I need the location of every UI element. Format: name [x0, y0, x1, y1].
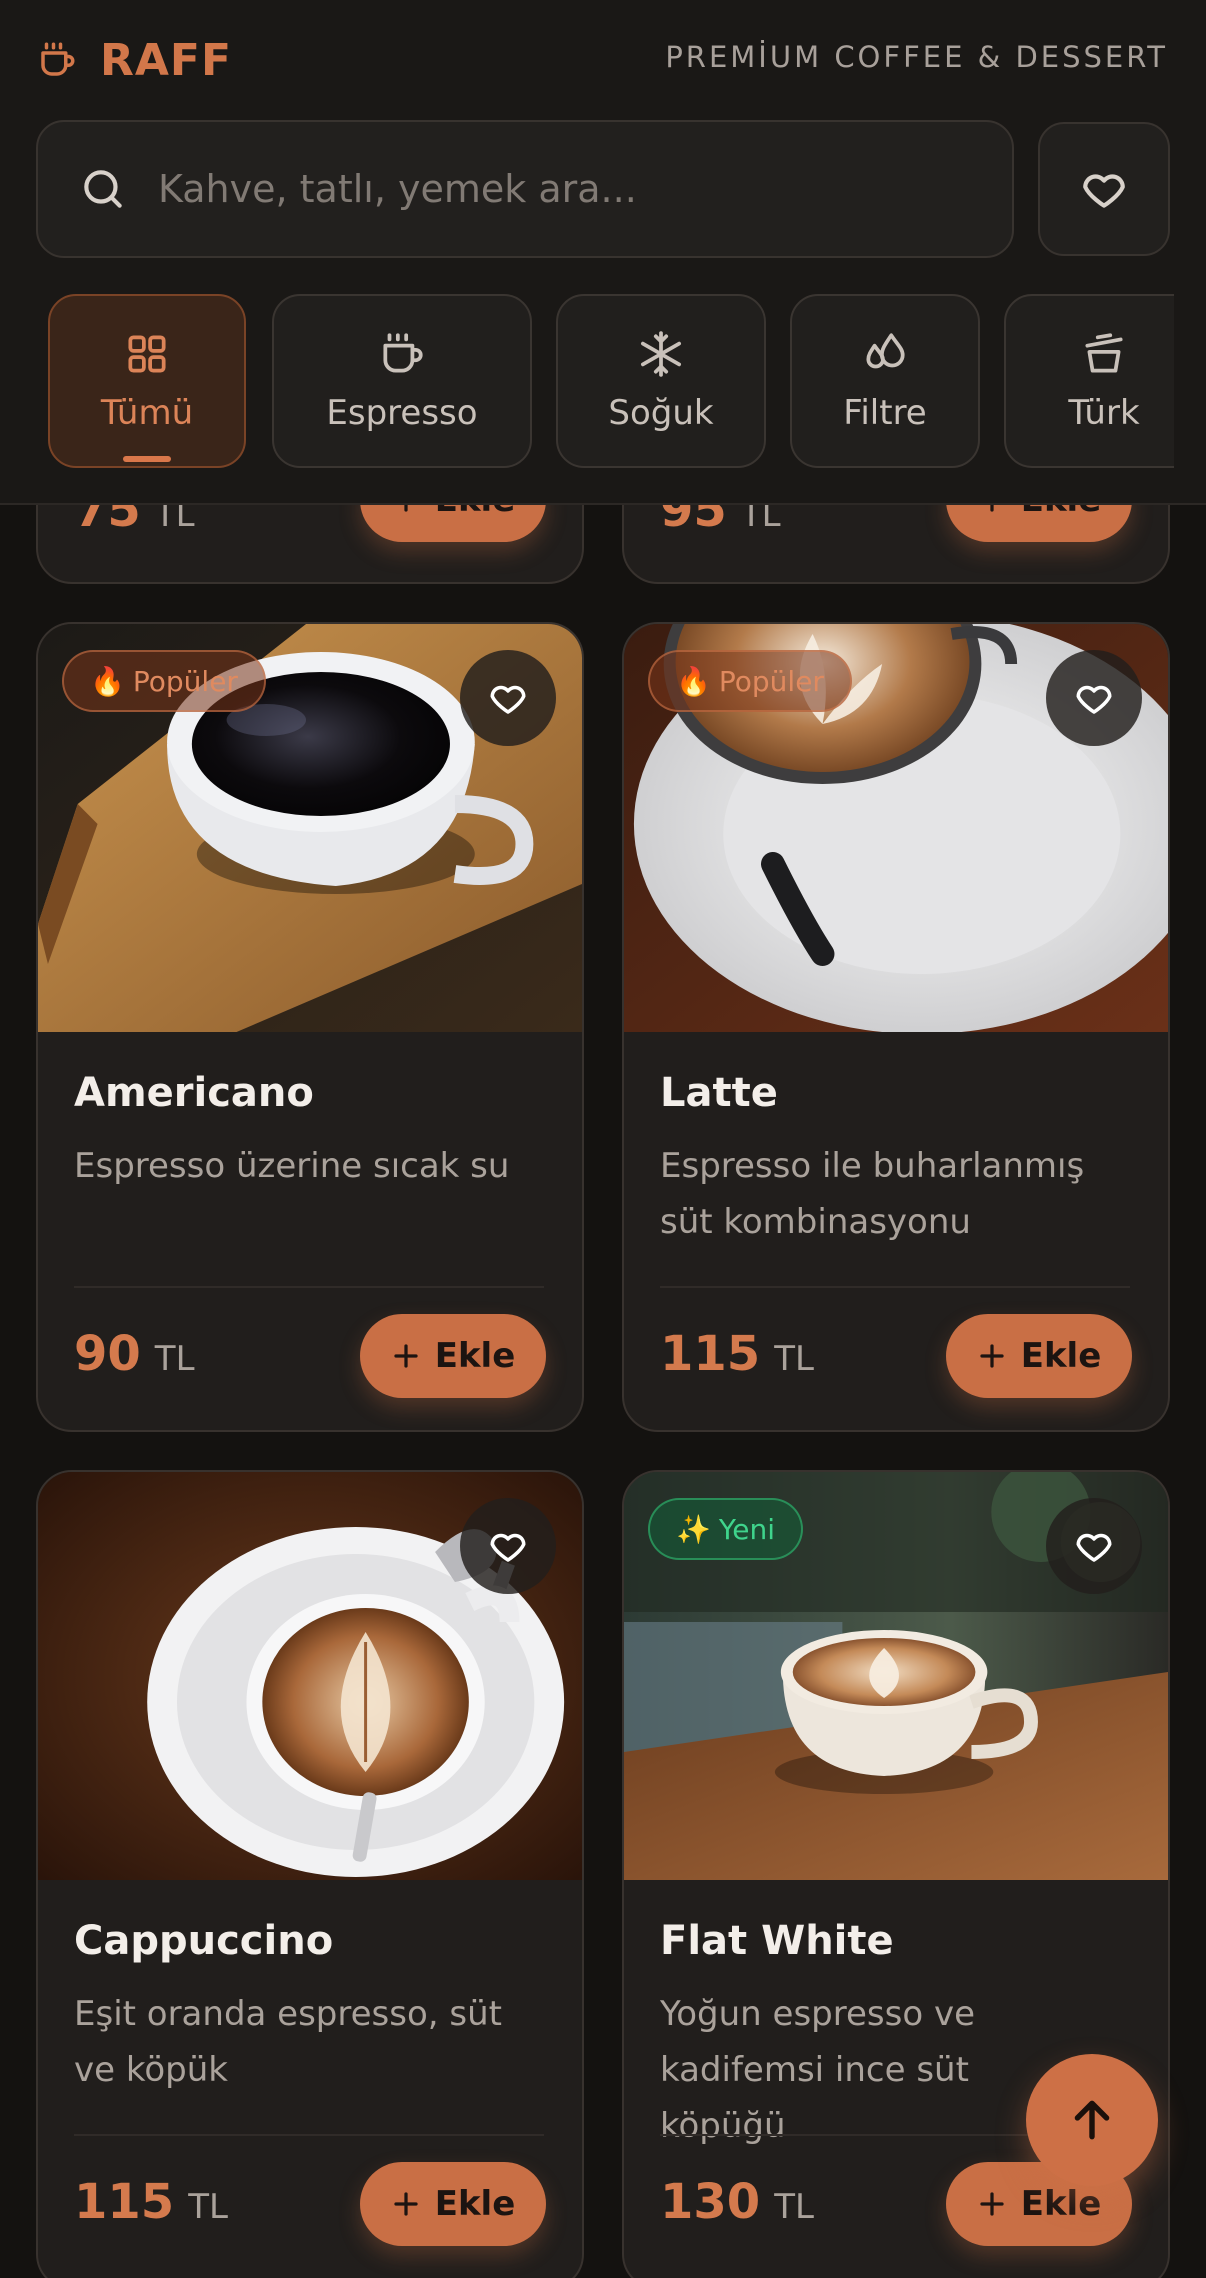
add-button-label: Ekle [1020, 2184, 1102, 2224]
favorite-toggle-button[interactable] [460, 1498, 556, 1594]
search-input[interactable] [158, 167, 1012, 211]
price-currency: TL [774, 1339, 814, 1379]
category-tab-filtre[interactable]: Filtre [790, 294, 980, 468]
add-button-label: Ekle [434, 1336, 516, 1376]
favorite-toggle-button[interactable] [1046, 1498, 1142, 1594]
add-to-cart-button[interactable]: Ekle [946, 1314, 1132, 1398]
price: 130 TL [660, 2174, 814, 2230]
price-currency: TL [774, 2187, 814, 2227]
heart-icon [490, 1533, 526, 1562]
category-label: Espresso [326, 393, 478, 433]
plus-icon [394, 1344, 418, 1368]
coffee-cup-icon [41, 42, 75, 76]
favorite-toggle-button[interactable] [460, 650, 556, 746]
plus-icon [980, 2192, 1004, 2216]
product-name: Flat White [660, 1918, 894, 1964]
search-bar[interactable] [36, 120, 1014, 258]
category-tab-espresso[interactable]: Espresso [272, 294, 532, 468]
fire-icon: 🔥 [676, 664, 711, 698]
category-label: Soğuk [608, 393, 714, 433]
scroll-to-top-button[interactable] [1026, 2054, 1158, 2186]
product-description: Eşit oranda espresso, süt ve köpük [74, 1994, 502, 2090]
coffee-cup-icon [383, 333, 423, 373]
tagline: PREMİUM COFFEE & DESSERT [665, 40, 1168, 74]
favorites-button[interactable] [1038, 122, 1170, 256]
favorite-toggle-button[interactable] [1046, 650, 1142, 746]
product-name: Latte [660, 1070, 778, 1116]
category-label: Türk [1068, 393, 1140, 433]
plus-icon [394, 2192, 418, 2216]
badge-label: Yeni [718, 1512, 776, 1546]
divider [74, 2134, 544, 2136]
divider [74, 1286, 544, 1288]
plus-icon [980, 1344, 1004, 1368]
product-name: Americano [74, 1070, 314, 1116]
snowflake-icon [641, 331, 681, 377]
badge-label: Popüler [132, 664, 238, 698]
add-to-cart-button[interactable]: Ekle [360, 2162, 546, 2246]
search-icon [84, 170, 122, 208]
active-indicator [123, 456, 171, 462]
category-tab-turk[interactable]: Türk [1004, 294, 1174, 468]
price-currency: TL [154, 1339, 195, 1379]
divider [660, 1286, 1130, 1288]
heart-icon [490, 685, 526, 714]
price: 90 TL [74, 1326, 195, 1382]
product-card[interactable]: 🔥 Popüler Latte Espresso ile buharlanmış… [622, 622, 1170, 1432]
droplets-icon [866, 333, 905, 369]
fire-icon: 🔥 [90, 664, 125, 698]
category-tabs: Tümü Espresso Soğuk Filtre Türk [48, 294, 1174, 470]
heart-icon [1076, 1533, 1112, 1562]
product-name: Cappuccino [74, 1918, 334, 1964]
product-card[interactable]: Cappuccino Eşit oranda espresso, süt ve … [36, 1470, 584, 2278]
product-card[interactable]: 🔥 Popüler Americano Espresso üzerine sıc… [36, 622, 584, 1432]
popular-badge: 🔥 Popüler [648, 650, 852, 712]
brand[interactable]: RAFF [36, 30, 232, 90]
price: 115 TL [660, 1326, 814, 1382]
category-label: Tümü [100, 393, 194, 433]
price-value: 130 [660, 2174, 761, 2230]
price-value: 115 [74, 2174, 175, 2230]
heart-icon [1083, 174, 1125, 208]
sparkles-icon: ✨ [676, 1512, 711, 1546]
grid-icon [128, 335, 166, 373]
price: 115 TL [74, 2174, 228, 2230]
app-header: RAFF PREMİUM COFFEE & DESSERT Tümü Espre… [0, 0, 1206, 505]
price-value: 90 [74, 1326, 141, 1382]
category-label: Filtre [843, 393, 927, 433]
product-description: Espresso üzerine sıcak su [74, 1146, 510, 1186]
brand-name: RAFF [100, 34, 233, 86]
add-to-cart-button[interactable]: Ekle [360, 1314, 546, 1398]
price-currency: TL [188, 2187, 228, 2227]
category-tab-soguk[interactable]: Soğuk [556, 294, 766, 468]
cezve-icon [1085, 333, 1123, 373]
price-value: 115 [660, 1326, 761, 1382]
add-button-label: Ekle [434, 2184, 516, 2224]
new-badge: ✨ Yeni [648, 1498, 804, 1560]
product-description: Espresso ile buharlanmış süt kombinasyon… [660, 1146, 1085, 1242]
popular-badge: 🔥 Popüler [62, 650, 266, 712]
category-tab-tumu[interactable]: Tümü [48, 294, 246, 468]
arrow-up-icon [1074, 2100, 1110, 2140]
add-button-label: Ekle [1020, 1336, 1102, 1376]
badge-label: Popüler [718, 664, 824, 698]
heart-icon [1076, 685, 1112, 714]
